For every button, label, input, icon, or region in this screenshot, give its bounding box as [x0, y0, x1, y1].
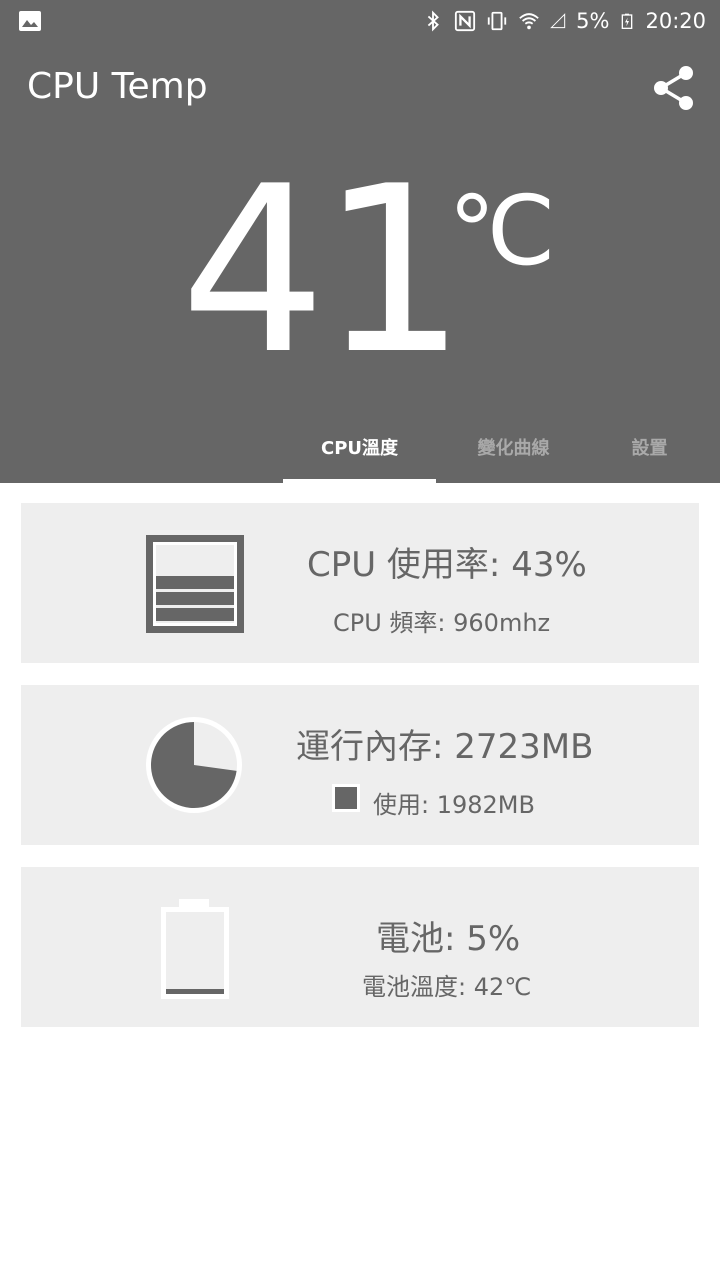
wifi-icon	[519, 13, 539, 30]
memory-card: 運行內存: 2723MB 使用: 1982MB	[21, 685, 699, 845]
status-time: 20:20	[645, 9, 706, 33]
cpu-usage-card: CPU 使用率: 43% CPU 頻率: 960mhz	[21, 503, 699, 663]
battery-icon	[161, 899, 229, 999]
tab-settings[interactable]: 設置	[591, 410, 708, 483]
tab-label: 變化曲線	[477, 437, 550, 459]
temperature-unit: ℃	[448, 175, 556, 287]
status-icons: 5% 20:20	[422, 6, 706, 36]
bluetooth-icon	[427, 10, 440, 32]
temperature-display: 41 ℃	[180, 157, 580, 405]
tab-bar: CPU溫度 變化曲線 設置	[283, 410, 720, 483]
app-title: CPU Temp	[27, 66, 208, 107]
signal-icon	[550, 13, 566, 29]
tab-label: CPU溫度	[320, 437, 399, 459]
battery-temp-text: 電池溫度: 42℃	[362, 973, 532, 1001]
cpu-usage-icon	[146, 535, 244, 633]
battery-level-text: 電池: 5%	[376, 919, 521, 959]
cpu-usage-text: CPU 使用率: 43%	[307, 545, 587, 585]
share-icon	[654, 66, 693, 110]
battery-card: 電池: 5% 電池溫度: 42℃	[21, 867, 699, 1027]
memory-used-text: 使用: 1982MB	[373, 791, 535, 819]
active-tab-indicator	[283, 479, 436, 483]
memory-pie-icon	[146, 717, 242, 813]
memory-used-swatch	[332, 784, 360, 812]
tab-cpu-temp[interactable]: CPU溫度	[283, 410, 436, 483]
temperature-value: 41	[180, 138, 467, 405]
image-icon	[19, 11, 41, 31]
battery-percent: 5%	[576, 9, 610, 33]
cpu-frequency-text: CPU 頻率: 960mhz	[333, 609, 551, 637]
battery-charging-icon	[622, 13, 633, 29]
header: 5% 20:20 CPU Temp 41 ℃ CPU溫度 變化曲線 設置	[0, 0, 720, 483]
nfc-icon	[455, 10, 476, 32]
memory-total-text: 運行內存: 2723MB	[296, 727, 594, 767]
tab-label: 設置	[631, 437, 668, 459]
status-bar: 5% 20:20	[0, 0, 720, 44]
share-button[interactable]	[648, 62, 700, 114]
tab-history-curve[interactable]: 變化曲線	[436, 410, 591, 483]
vibrate-icon	[487, 11, 507, 31]
